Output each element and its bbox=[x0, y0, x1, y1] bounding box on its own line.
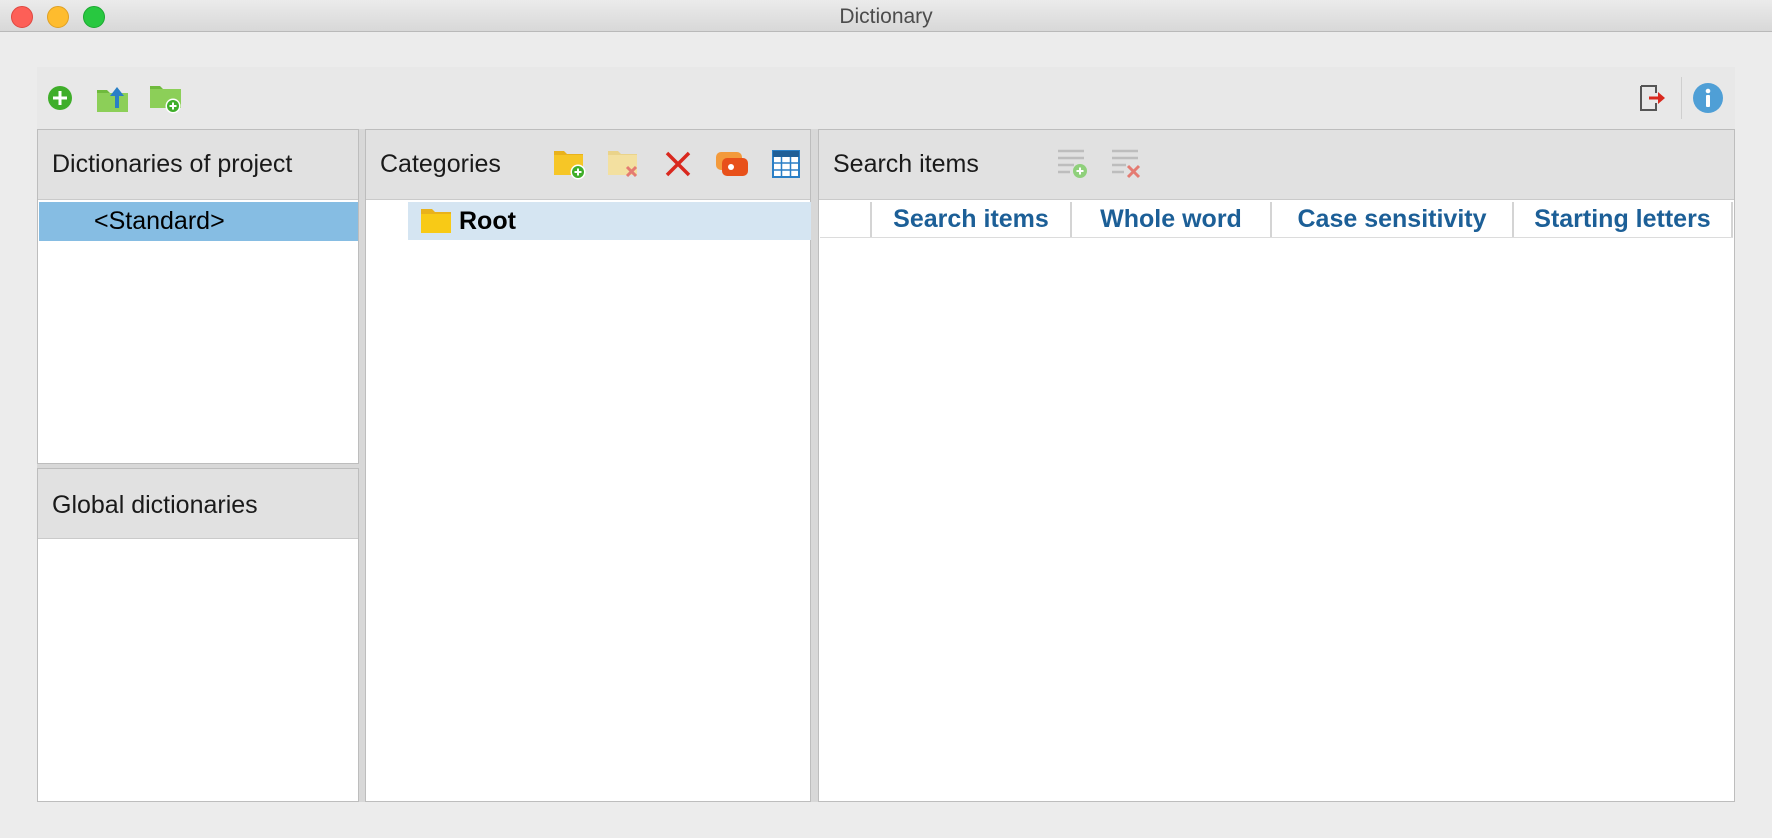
column-header-whole-word[interactable]: Whole word bbox=[1070, 202, 1270, 237]
toolbar-separator bbox=[1681, 77, 1682, 119]
vertical-splitter-right[interactable] bbox=[811, 129, 818, 802]
delete-category-folder-icon[interactable] bbox=[606, 146, 642, 182]
categories-title: Categories bbox=[380, 150, 501, 178]
delete-search-item-icon[interactable] bbox=[1109, 146, 1145, 182]
table-icon[interactable] bbox=[768, 146, 804, 182]
dictionaries-panel-header: Dictionaries of project bbox=[38, 130, 358, 200]
search-items-header: Search items bbox=[819, 130, 1734, 200]
add-search-item-icon[interactable] bbox=[1055, 146, 1091, 182]
exit-icon[interactable] bbox=[1633, 79, 1671, 117]
global-dictionaries-title: Global dictionaries bbox=[52, 491, 258, 519]
title-bar: Dictionary bbox=[0, 0, 1772, 32]
categories-panel: Categories Root bbox=[365, 129, 812, 802]
folder-add-icon[interactable] bbox=[147, 79, 185, 117]
folder-export-icon[interactable] bbox=[94, 79, 132, 117]
global-dictionaries-panel: Global dictionaries bbox=[37, 468, 359, 802]
add-circle-icon[interactable] bbox=[41, 79, 79, 117]
folder-icon bbox=[421, 209, 451, 233]
dictionary-item-label: <Standard> bbox=[94, 207, 225, 235]
tree-item-root[interactable]: Root bbox=[408, 202, 812, 240]
search-items-panel: Search items Search items Whole word Cas… bbox=[818, 129, 1735, 802]
search-items-table-header: Search items Whole word Case sensitivity… bbox=[820, 202, 1733, 238]
import-icon[interactable] bbox=[714, 146, 750, 182]
column-header-starting-letters[interactable]: Starting letters bbox=[1512, 202, 1733, 237]
tree-item-label: Root bbox=[459, 207, 516, 235]
global-dictionaries-header: Global dictionaries bbox=[38, 469, 358, 539]
new-category-icon[interactable] bbox=[552, 146, 588, 182]
categories-header: Categories bbox=[366, 130, 810, 200]
window-title: Dictionary bbox=[839, 5, 933, 28]
main-toolbar bbox=[37, 67, 1735, 129]
dictionaries-panel: Dictionaries of project <Standard> bbox=[37, 129, 359, 464]
info-icon[interactable] bbox=[1689, 79, 1727, 117]
dictionaries-panel-title: Dictionaries of project bbox=[52, 150, 293, 178]
delete-icon[interactable] bbox=[660, 146, 696, 182]
dictionary-item-standard[interactable]: <Standard> bbox=[39, 202, 358, 241]
column-header-search-items[interactable]: Search items bbox=[870, 202, 1070, 237]
search-items-title: Search items bbox=[833, 150, 979, 178]
column-header-case-sensitivity[interactable]: Case sensitivity bbox=[1270, 202, 1512, 237]
